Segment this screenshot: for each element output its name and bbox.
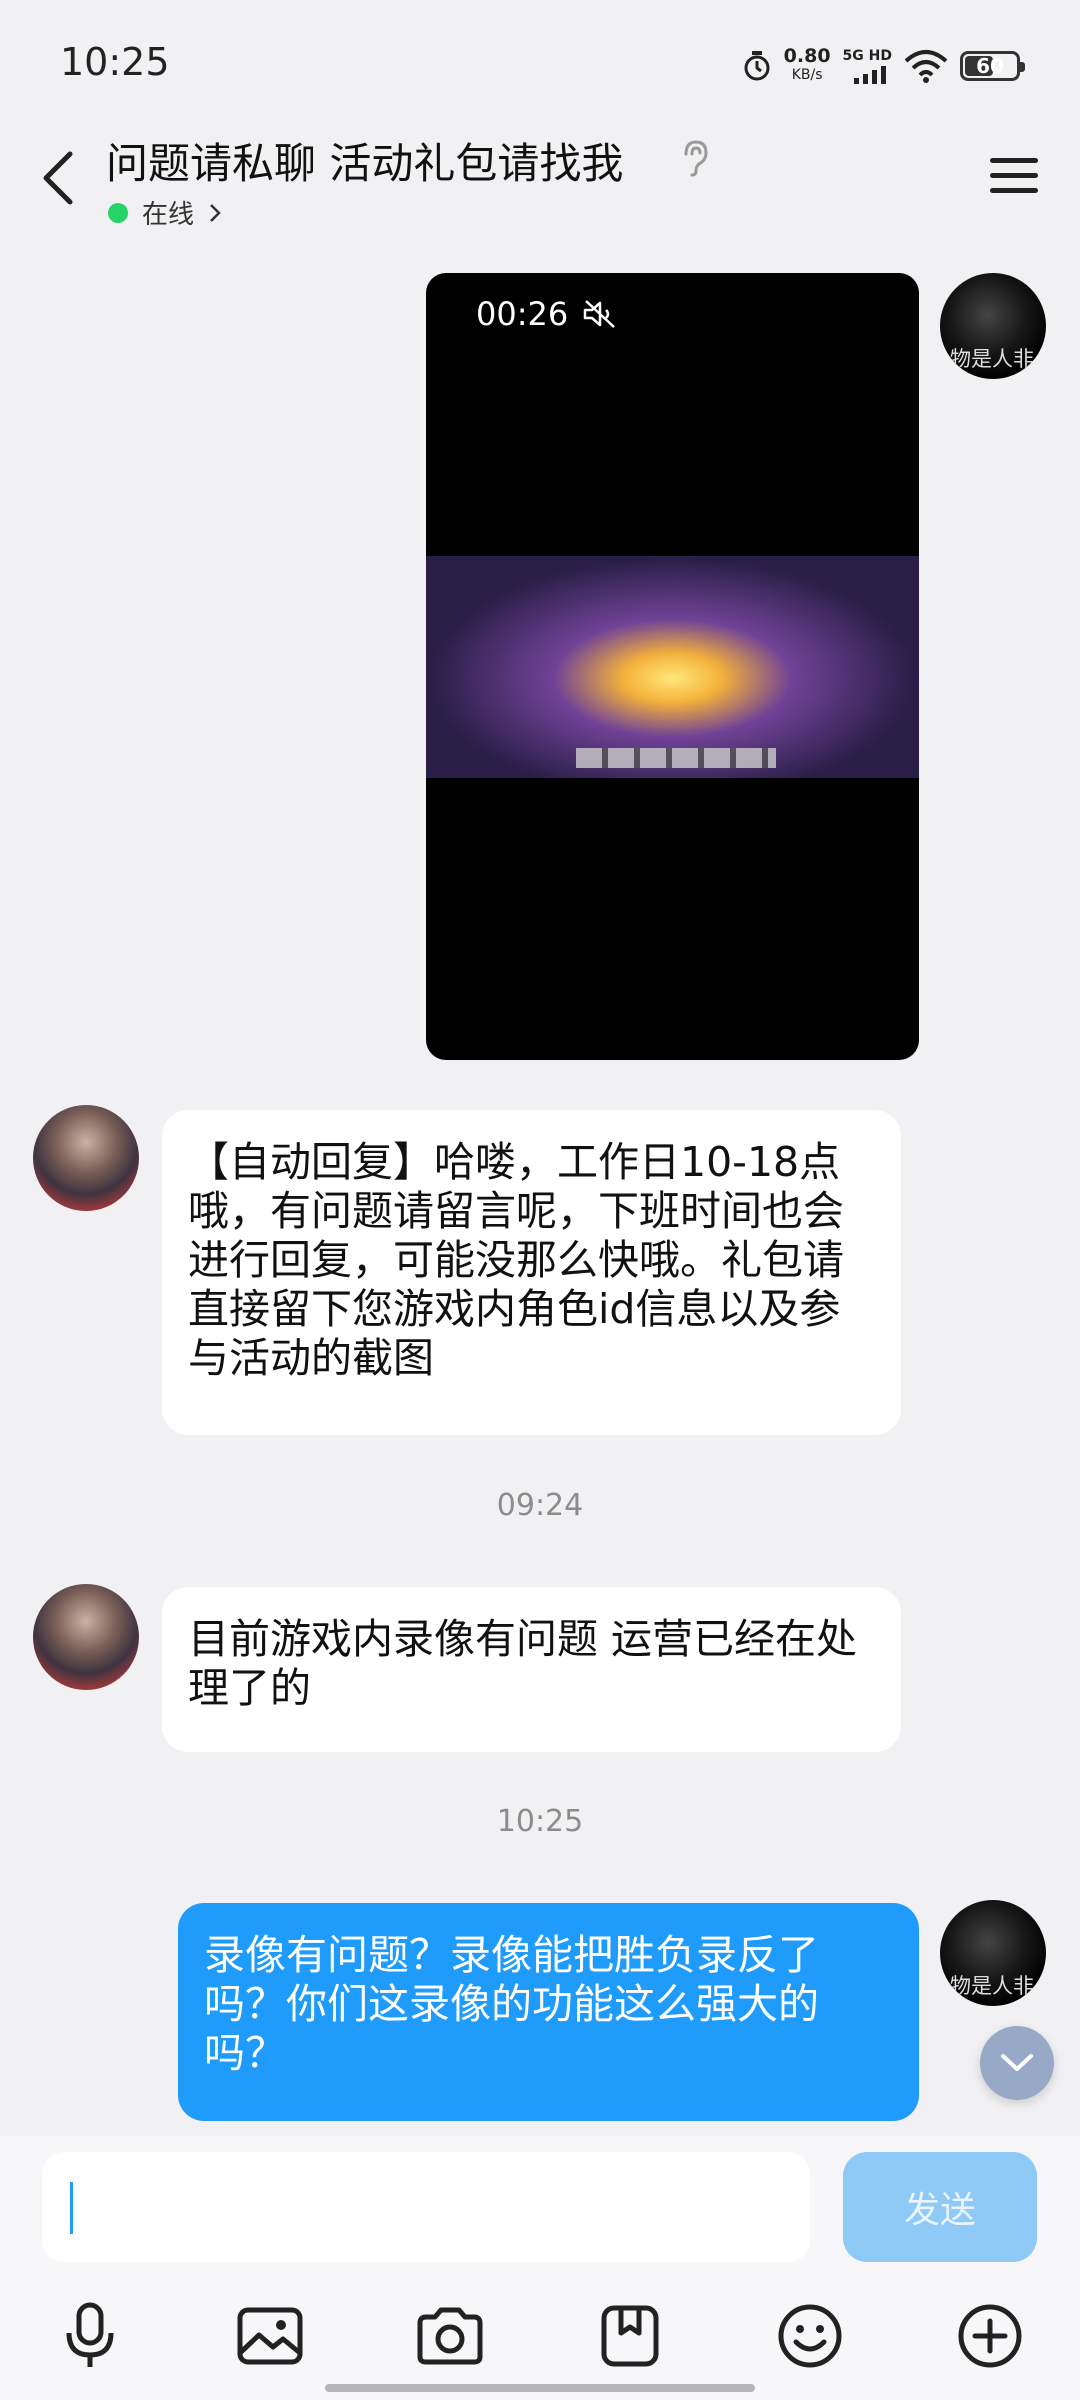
emoji-icon xyxy=(778,2304,842,2368)
my-avatar[interactable]: 物是人非 xyxy=(940,1900,1046,2006)
sticker-icon xyxy=(601,2305,659,2367)
status-bar: 10:25 0.80 KB/s 5G HD 60 xyxy=(0,0,1080,130)
status-icons: 0.80 KB/s 5G HD 60 xyxy=(742,44,1025,88)
emoji-button[interactable] xyxy=(770,2296,850,2376)
video-ui-strip xyxy=(576,748,776,768)
more-button[interactable] xyxy=(950,2296,1030,2376)
scroll-down-button[interactable] xyxy=(980,2026,1054,2100)
message-input[interactable] xyxy=(42,2152,810,2262)
online-dot xyxy=(108,202,128,223)
menu-button[interactable] xyxy=(990,150,1044,200)
contact-avatar[interactable] xyxy=(33,1584,139,1690)
camera-button[interactable] xyxy=(410,2296,490,2376)
back-icon xyxy=(43,151,73,205)
hearing-icon[interactable] xyxy=(678,138,712,182)
online-status[interactable]: 在线 xyxy=(108,194,222,231)
timestamp: 10:25 xyxy=(496,1804,584,1839)
toolbar xyxy=(0,2296,1080,2376)
net-speed: 0.80 KB/s xyxy=(783,45,831,84)
message-auto-reply[interactable]: 【自动回复】哈喽，工作日10-18点哦，有问题请留言呢，下班时间也会进行回复，可… xyxy=(162,1110,901,1435)
image-icon xyxy=(237,2307,303,2365)
message-reply[interactable]: 目前游戏内录像有问题 运营已经在处理了的 xyxy=(162,1587,901,1752)
input-bar: 发送 xyxy=(0,2136,1080,2400)
video-duration: 00:26 xyxy=(476,295,618,333)
plus-icon xyxy=(958,2304,1022,2368)
chevron-down-icon xyxy=(1001,2054,1033,2071)
mute-icon[interactable] xyxy=(582,299,618,329)
cell-signal: 5G HD xyxy=(843,48,892,84)
timestamp: 09:24 xyxy=(496,1488,584,1523)
sticker-button[interactable] xyxy=(590,2296,670,2376)
send-button[interactable]: 发送 xyxy=(843,2152,1037,2262)
video-message[interactable]: 00:26 xyxy=(426,273,919,1060)
chat-header: 问题请私聊 活动礼包请找我 在线 xyxy=(0,130,1080,240)
text-cursor xyxy=(70,2182,73,2234)
chevron-right-icon xyxy=(210,203,221,222)
wifi-icon xyxy=(904,49,948,83)
back-button[interactable] xyxy=(36,146,86,216)
signal-icon xyxy=(854,66,886,84)
photo-button[interactable] xyxy=(230,2296,310,2376)
microphone-icon xyxy=(66,2302,114,2367)
video-thumbnail xyxy=(426,556,919,778)
camera-icon xyxy=(417,2307,483,2365)
battery-indicator: 60 xyxy=(960,51,1025,81)
my-avatar[interactable]: 物是人非 xyxy=(940,273,1046,379)
chat-title[interactable]: 问题请私聊 活动礼包请找我 xyxy=(106,130,623,191)
status-time: 10:25 xyxy=(60,40,170,84)
contact-avatar[interactable] xyxy=(33,1105,139,1211)
menu-icon xyxy=(990,158,1044,193)
voice-button[interactable] xyxy=(50,2296,130,2376)
alarm-icon xyxy=(742,50,772,82)
message-mine[interactable]: 录像有问题？录像能把胜负录反了吗？你们这录像的功能这么强大的吗？ xyxy=(178,1903,919,2121)
home-indicator[interactable] xyxy=(325,2384,755,2392)
